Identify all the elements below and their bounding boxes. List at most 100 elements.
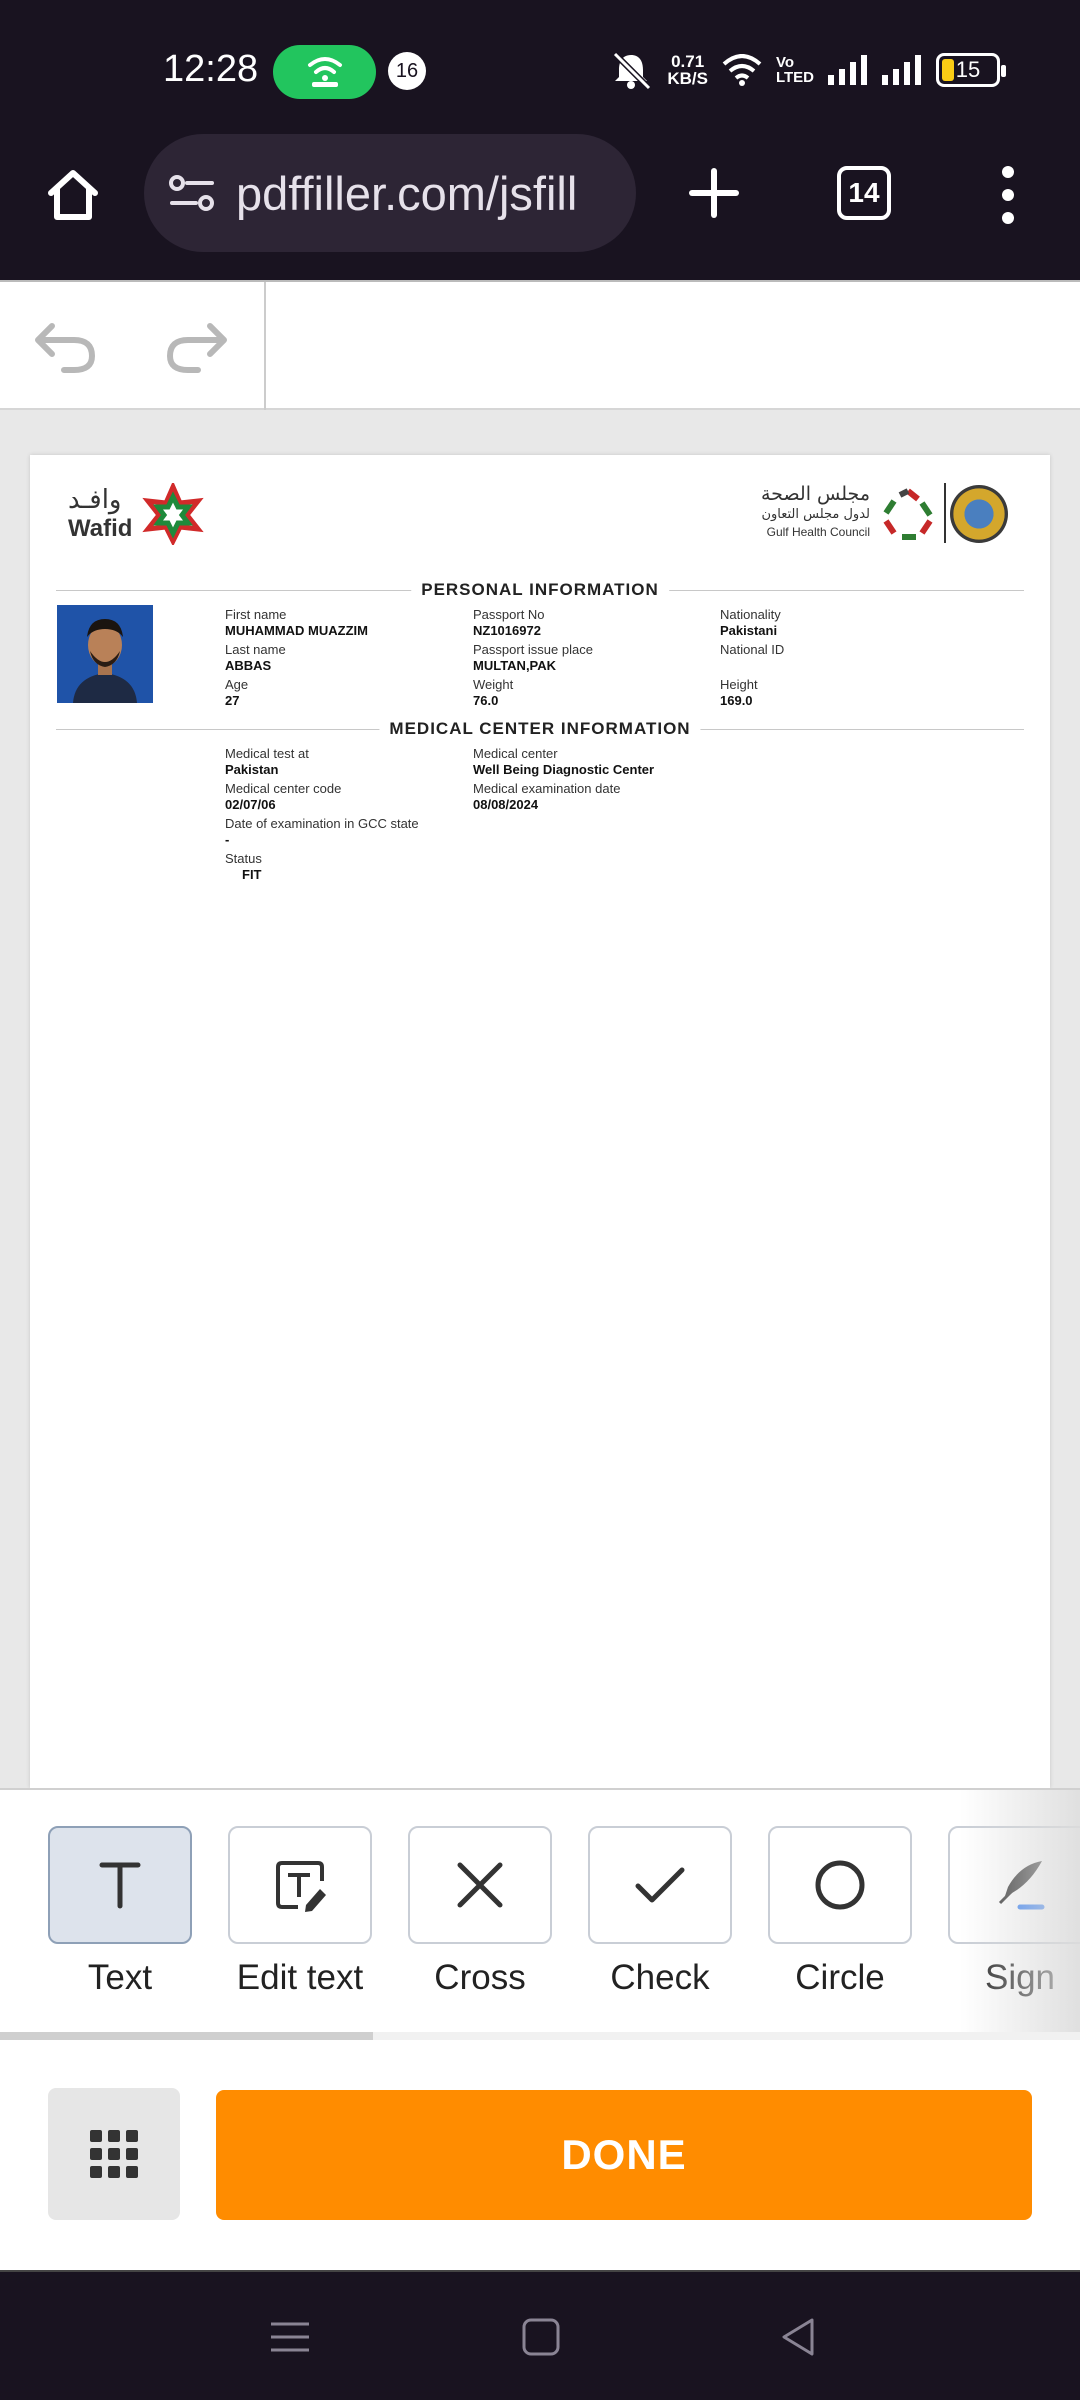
back-icon[interactable] — [774, 2312, 824, 2362]
national-id-label: National ID — [720, 642, 785, 657]
last-name-label: Last name — [225, 642, 286, 657]
exam-date-value: 08/08/2024 — [473, 797, 539, 812]
passport-value: NZ1016972 — [473, 623, 541, 638]
notification-badge: 16 — [388, 52, 426, 90]
passport-label: Passport No — [473, 607, 545, 622]
tool-edit-text-label: Edit text — [236, 1958, 364, 1997]
applicant-photo — [57, 605, 153, 703]
url-text[interactable]: pdffiller.com/jsfill — [236, 166, 577, 221]
ghc-english-title: Gulf Health Council — [766, 525, 870, 539]
tool-edit-text[interactable]: Edit text — [228, 1826, 372, 1998]
new-tab-button[interactable] — [679, 158, 749, 228]
status-time: 12:28 — [163, 48, 259, 90]
browser-toolbar: pdffiller.com/jsfill 14 — [0, 130, 1080, 280]
recents-icon[interactable] — [265, 2312, 315, 2362]
wafid-star-icon — [142, 483, 204, 545]
center-label: Medical center — [473, 746, 558, 761]
tool-sign[interactable]: Sign — [948, 1826, 1080, 1998]
tool-cross[interactable]: Cross — [408, 1826, 552, 1998]
ghc-arabic-subtitle: لدول مجلس التعاون — [761, 507, 870, 522]
check-icon — [635, 1867, 685, 1903]
medical-section-header: MEDICAL CENTER INFORMATION — [56, 719, 1024, 739]
tools-palette: Text Edit text Cross Check Circle Sign — [0, 1788, 1080, 2042]
tool-circle[interactable]: Circle — [768, 1826, 912, 1998]
center-code-value: 02/07/06 — [225, 797, 276, 812]
document-area: وافـد Wafid مجلس الصحة لدول مجلس التعاون… — [0, 410, 1080, 1788]
test-at-label: Medical test at — [225, 746, 309, 761]
edit-text-icon — [276, 1861, 326, 1912]
weight-label: Weight — [473, 677, 514, 692]
status-value: FIT — [242, 867, 262, 882]
passport-place-label: Passport issue place — [473, 642, 593, 657]
tool-check[interactable]: Check — [588, 1826, 732, 1998]
passport-place-value: MULTAN,PAK — [473, 658, 557, 673]
mute-icon — [613, 51, 652, 90]
battery-icon: 15 — [936, 53, 1006, 87]
personal-section-header: PERSONAL INFORMATION — [56, 580, 1024, 600]
height-label: Height — [720, 677, 758, 692]
tabs-icon[interactable]: 14 — [837, 166, 891, 220]
toolbar-divider — [264, 282, 266, 410]
first-name-label: First name — [225, 607, 287, 622]
url-bar[interactable]: pdffiller.com/jsfill — [144, 134, 636, 252]
ghc-star-icon — [883, 488, 933, 540]
ghc-arabic-title: مجلس الصحة — [761, 483, 870, 505]
document-page[interactable]: وافـد Wafid مجلس الصحة لدول مجلس التعاون… — [30, 455, 1050, 1788]
nationality-label: Nationality — [720, 607, 781, 622]
gulf-health-council-logo: مجلس الصحة لدول مجلس التعاون Gulf Health… — [761, 483, 1030, 553]
done-button[interactable]: DONE — [216, 2090, 1032, 2220]
personal-section-title: PERSONAL INFORMATION — [411, 580, 669, 600]
height-value: 169.0 — [720, 693, 753, 708]
medical-section-title: MEDICAL CENTER INFORMATION — [379, 719, 701, 739]
undo-icon[interactable] — [30, 312, 100, 382]
grid-menu-icon — [90, 2130, 138, 2178]
home-icon — [48, 170, 98, 220]
grid-menu-button[interactable] — [48, 2088, 180, 2220]
last-name-value: ABBAS — [225, 658, 272, 673]
wafid-logo-english: Wafid — [68, 515, 133, 542]
sign-icon — [998, 1861, 1045, 1910]
logo-separator — [944, 483, 946, 543]
signal-icon — [882, 55, 921, 85]
tool-check-label: Check — [610, 1958, 710, 1997]
new-tab-icon — [689, 168, 739, 218]
hotspot-icon — [307, 57, 342, 87]
site-settings-icon[interactable] — [168, 173, 216, 213]
weight-value: 76.0 — [473, 693, 499, 708]
editor-toolbar — [0, 280, 1080, 410]
menu-icon[interactable] — [990, 160, 1026, 230]
tool-text-label: Text — [87, 1958, 153, 1997]
system-nav-bar — [0, 2270, 1080, 2400]
circle-icon — [815, 1860, 865, 1910]
nationality-value: Pakistani — [720, 623, 778, 638]
wafid-logo-arabic: وافـد — [68, 485, 122, 515]
tool-text[interactable]: Text — [48, 1826, 192, 1998]
tool-sign-label: Sign — [984, 1958, 1056, 1997]
text-icon — [99, 1862, 141, 1909]
age-label: Age — [225, 677, 249, 692]
gcc-date-label: Date of examination in GCC state — [225, 816, 419, 831]
status-bar: 12:28 16 0.71 KB/S Vo LTED 15 — [0, 0, 1080, 130]
age-value: 27 — [225, 693, 240, 708]
home-square-icon[interactable] — [516, 2312, 566, 2362]
status-label: Status — [225, 851, 262, 866]
home-button[interactable] — [38, 160, 108, 230]
test-at-value: Pakistan — [225, 762, 279, 777]
volte-indicator: Vo LTED — [775, 54, 814, 86]
gcc-date-value: - — [225, 832, 230, 847]
action-bar: DONE — [0, 2040, 1080, 2270]
center-code-label: Medical center code — [225, 781, 342, 796]
signal-icon — [828, 55, 867, 85]
redo-icon[interactable] — [162, 312, 232, 382]
gcc-emblem-icon — [950, 485, 1008, 543]
hotspot-pill[interactable] — [273, 45, 376, 99]
status-icons: 0.71 KB/S Vo LTED 15 — [609, 50, 1006, 90]
tool-cross-label: Cross — [434, 1958, 526, 1997]
exam-date-label: Medical examination date — [473, 781, 621, 796]
cross-icon — [457, 1862, 503, 1908]
tool-circle-label: Circle — [795, 1958, 885, 1997]
wifi-icon — [722, 54, 762, 86]
person-photo-icon — [57, 605, 153, 703]
net-speed: 0.71 KB/S — [667, 52, 708, 88]
first-name-value: MUHAMMAD MUAZZIM — [225, 623, 368, 638]
